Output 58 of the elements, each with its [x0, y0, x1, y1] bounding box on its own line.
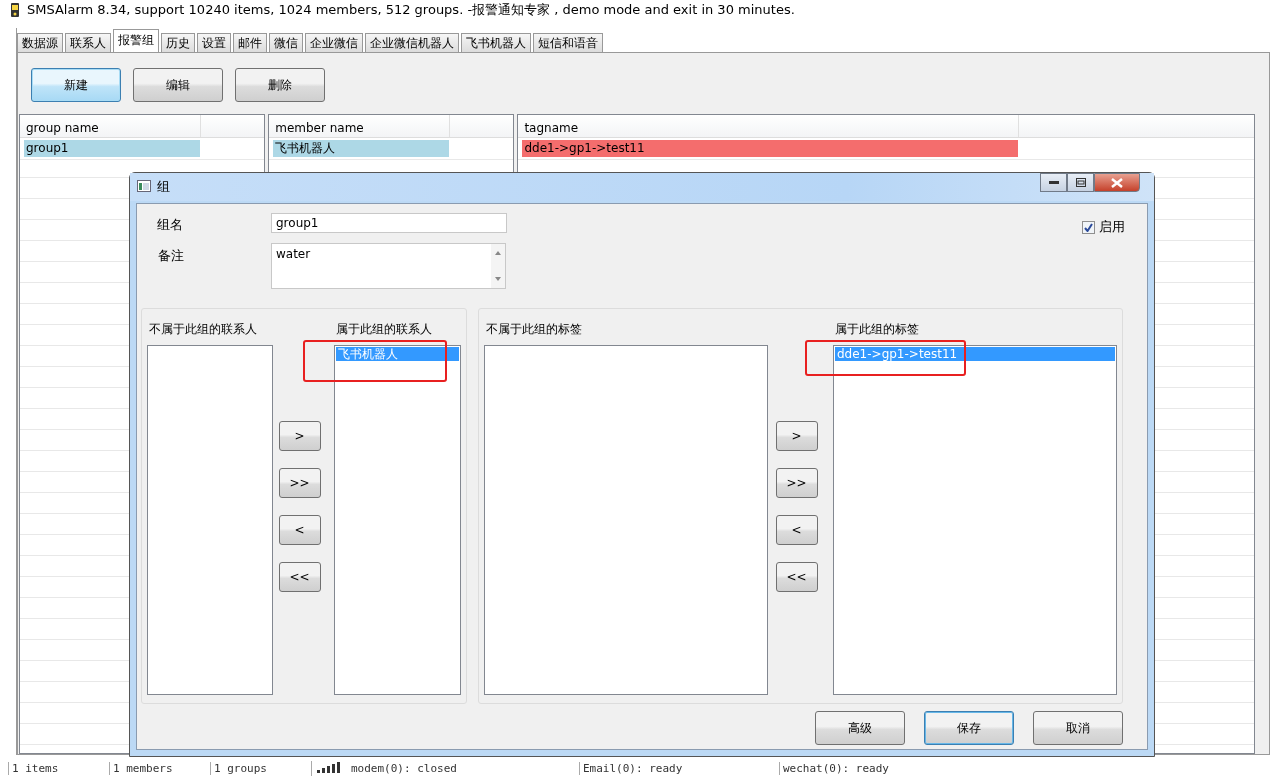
dialog-title: 组 — [157, 178, 171, 196]
app-icon — [9, 2, 21, 18]
note-field[interactable]: water — [271, 243, 506, 289]
move-button[interactable]: > — [278, 421, 321, 451]
tab[interactable]: 设置 — [197, 33, 231, 52]
tab[interactable]: 微信 — [269, 33, 303, 52]
table-cell[interactable]: group1 — [24, 140, 200, 157]
tab[interactable]: 飞书机器人 — [461, 33, 531, 52]
list-box[interactable] — [147, 345, 273, 695]
list-label: 不属于此组的联系人 — [148, 321, 258, 338]
move-button[interactable]: > — [775, 421, 818, 451]
close-icon — [1111, 177, 1123, 188]
dialog-button[interactable]: 保存 — [924, 711, 1014, 745]
toolbar-button[interactable]: 编辑 — [133, 68, 223, 102]
tab[interactable]: 联系人 — [65, 33, 111, 52]
group-name-field[interactable]: group1 — [271, 213, 507, 233]
maximize-button[interactable] — [1067, 173, 1094, 192]
window-icon — [137, 179, 151, 195]
table-cell[interactable]: dde1->gp1->test11 — [522, 140, 1019, 157]
status-text: Email(0): ready — [583, 761, 683, 775]
tab[interactable]: 报警组 — [113, 29, 159, 52]
dialog-button[interactable]: 高级 — [815, 711, 905, 745]
maximize-icon — [1075, 178, 1086, 187]
minimize-button[interactable] — [1040, 173, 1067, 192]
status-text: 1 members — [113, 761, 173, 775]
status-text: 1 groups — [214, 761, 267, 775]
scrollbar[interactable] — [491, 244, 505, 288]
move-button[interactable]: < — [278, 515, 321, 545]
close-button[interactable] — [1094, 173, 1140, 192]
status-text: modem(0): closed — [351, 761, 457, 775]
status-text: 1 items — [12, 761, 59, 775]
field-label: 组名 — [157, 216, 184, 234]
list-label: 不属于此组的标签 — [485, 321, 583, 338]
move-button[interactable]: << — [278, 562, 321, 592]
tab[interactable]: 企业微信 — [305, 33, 363, 52]
tab[interactable]: 短信和语音 — [533, 33, 603, 52]
checkbox[interactable] — [1082, 220, 1095, 234]
field-label: 备注 — [157, 247, 185, 265]
tab[interactable]: 历史 — [161, 33, 195, 52]
move-button[interactable]: >> — [278, 468, 321, 498]
move-button[interactable]: < — [775, 515, 818, 545]
dialog-button[interactable]: 取消 — [1033, 711, 1123, 745]
toolbar-button[interactable]: 新建 — [31, 68, 121, 102]
tab[interactable]: 数据源 — [17, 33, 63, 52]
down-arrow-icon[interactable] — [494, 277, 502, 282]
move-button[interactable]: >> — [775, 468, 818, 498]
tab[interactable]: 邮件 — [233, 33, 267, 52]
tab[interactable]: 企业微信机器人 — [365, 33, 459, 52]
move-button[interactable]: << — [775, 562, 818, 592]
table-cell[interactable]: 飞书机器人 — [273, 140, 450, 157]
list-label: 属于此组的标签 — [834, 321, 920, 338]
toolbar-button[interactable]: 删除 — [235, 68, 325, 102]
up-arrow-icon[interactable] — [494, 250, 502, 255]
checkbox-label: 启用 — [1099, 218, 1125, 236]
list-label: 属于此组的联系人 — [335, 321, 434, 338]
status-text: wechat(0): ready — [783, 761, 889, 775]
minimize-icon — [1048, 181, 1059, 184]
window-title: SMSAlarm 8.34, support 10240 items, 1024 members, 512 groups. -报警通知专家 , demo mode and exit in 30 minutes. — [27, 1, 795, 19]
